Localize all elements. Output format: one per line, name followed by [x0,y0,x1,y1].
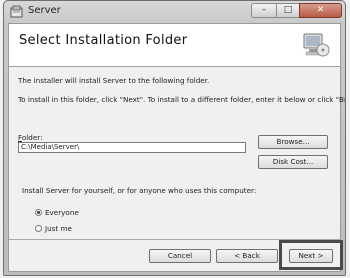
folder-path-input[interactable]: C:\Media\Server\ [18,142,246,153]
dialog-client-area: Select Installation Folder The installer… [8,23,345,272]
install-scope-prompt: Install Server for yourself, or for anyo… [22,186,257,195]
computer-disc-icon [303,33,330,57]
header-band: Select Installation Folder [9,24,340,67]
minimize-icon: – [261,5,267,15]
instructions-text: To install in this folder, click "Next".… [18,95,346,104]
radio-everyone[interactable]: Everyone [35,208,79,217]
window-title: Server [28,5,61,16]
installer-app-icon [10,5,23,18]
radio-just-me-indicator[interactable] [35,225,42,232]
maximize-icon: □ [283,5,293,15]
page-title: Select Installation Folder [19,33,188,48]
radio-everyone-indicator[interactable] [35,209,42,216]
close-button[interactable]: ✕ [299,3,342,18]
back-button[interactable]: < Back [216,249,278,263]
minimize-button[interactable]: – [251,3,277,18]
close-icon: ✕ [316,5,325,15]
radio-everyone-label: Everyone [45,208,79,217]
cancel-button[interactable]: Cancel [149,249,211,263]
installer-window: Server – □ ✕ Select Installation Folder … [3,0,346,276]
radio-just-me-label: Just me [45,224,72,233]
disk-cost-button[interactable]: Disk Cost... [258,155,328,169]
intro-text: The installer will install Server to the… [18,76,210,85]
browse-button[interactable]: Browse... [258,135,328,149]
title-bar[interactable]: Server – □ ✕ [4,1,345,23]
maximize-button[interactable]: □ [276,3,300,18]
next-button-highlight [279,240,343,270]
radio-just-me[interactable]: Just me [35,224,72,233]
folder-label-rest: older: [21,133,43,142]
folder-label: Folder: [18,133,43,142]
